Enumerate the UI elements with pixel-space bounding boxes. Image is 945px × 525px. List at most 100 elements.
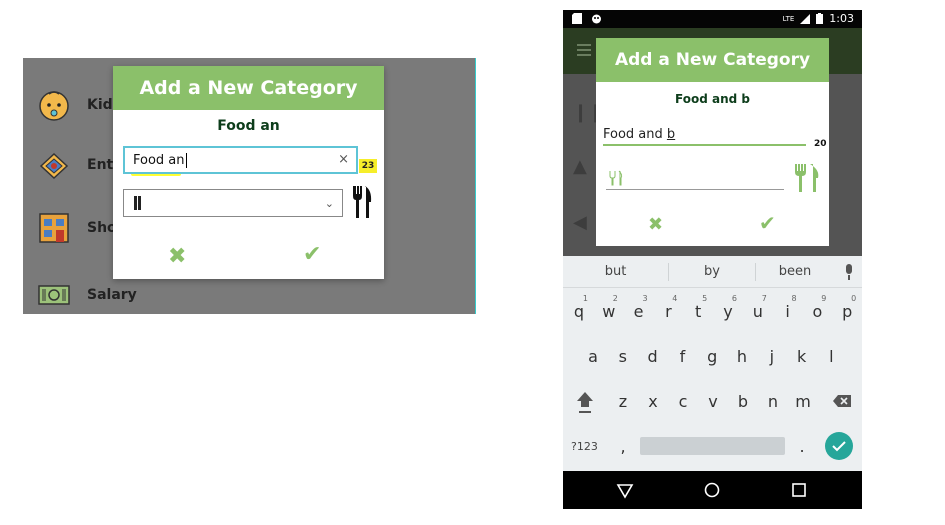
key-w[interactable]: w2: [594, 290, 624, 332]
category-icon-select[interactable]: ⌄: [123, 189, 343, 217]
key-z[interactable]: z: [608, 380, 638, 422]
key-digit-hint: 7: [761, 294, 767, 303]
category-name-preview: Food an: [217, 118, 280, 134]
cutlery-icon: [609, 170, 623, 186]
back-triangle-icon[interactable]: [616, 481, 634, 499]
category-name-input[interactable]: Food and b: [603, 126, 806, 146]
key-s[interactable]: s: [608, 335, 638, 377]
keyboard-row-2: asdfghjkl: [563, 335, 862, 377]
keyboard-row-3: zxcvbnm: [563, 380, 862, 422]
key-l[interactable]: l: [816, 335, 846, 377]
signal-icon: [800, 13, 811, 24]
category-name-input[interactable]: Food an ×: [123, 146, 358, 174]
suggestion-bar: but by been: [563, 256, 862, 288]
category-label: Ent: [87, 157, 114, 173]
key-m[interactable]: m: [788, 380, 818, 422]
key-letter: i: [785, 301, 790, 321]
dialog-title: Add a New Category: [113, 66, 384, 110]
screenshot-stage: Kids Ent Sho Salary Add a New Category F…: [0, 0, 945, 525]
suggestion-item[interactable]: but: [563, 264, 668, 279]
key-o[interactable]: o9: [802, 290, 832, 332]
recents-square-icon[interactable]: [790, 481, 808, 499]
cancel-button[interactable]: ✖: [168, 244, 186, 269]
key-letter: e: [633, 301, 644, 321]
spacebar[interactable]: [640, 437, 785, 455]
key-f[interactable]: f: [667, 335, 697, 377]
key-digit-hint: 1: [582, 294, 588, 303]
key-k[interactable]: k: [787, 335, 817, 377]
key-digit-hint: 3: [642, 294, 648, 303]
char-remaining-badge: 23: [359, 159, 377, 173]
key-e[interactable]: e3: [624, 290, 654, 332]
key-r[interactable]: r4: [653, 290, 683, 332]
key-x[interactable]: x: [638, 380, 668, 422]
key-p[interactable]: p0: [832, 290, 862, 332]
input-composing-text: b: [666, 127, 676, 142]
baby-face-icon: [39, 91, 69, 121]
money-icon: [38, 285, 70, 305]
key-y[interactable]: y6: [713, 290, 743, 332]
key-letter: o: [812, 301, 823, 321]
fork-knife-icon: [795, 164, 819, 192]
key-t[interactable]: t5: [683, 290, 713, 332]
key-a[interactable]: a: [578, 335, 608, 377]
confirm-button[interactable]: ✔: [303, 242, 321, 267]
key-n[interactable]: n: [758, 380, 788, 422]
input-text: Food and: [603, 127, 667, 142]
category-row-entertainment[interactable]: Ent: [37, 148, 113, 182]
symbols-key[interactable]: ?123: [571, 425, 601, 467]
chevron-down-icon: ⌄: [324, 197, 334, 210]
microphone-icon[interactable]: [844, 264, 854, 280]
comma-key[interactable]: ,: [608, 425, 638, 467]
key-v[interactable]: v: [698, 380, 728, 422]
key-d[interactable]: d: [638, 335, 668, 377]
key-letter: w: [602, 301, 616, 321]
android-phone-screen: LTE 1:03 ❙❙ ▲ ◀ Add a New Category Food …: [563, 10, 862, 509]
key-c[interactable]: c: [668, 380, 698, 422]
backspace-icon[interactable]: [825, 380, 855, 422]
dialog-title: Add a New Category: [596, 38, 829, 82]
status-time: 1:03: [829, 12, 854, 25]
sd-card-icon: [572, 13, 582, 24]
cancel-button[interactable]: ✖: [648, 214, 663, 235]
network-type: LTE: [782, 14, 795, 23]
category-label: Salary: [87, 287, 137, 303]
key-j[interactable]: j: [757, 335, 787, 377]
key-letter: r: [665, 301, 672, 321]
key-g[interactable]: g: [697, 335, 727, 377]
soft-keyboard: but by been q1w2e3r4t5y6u7i8o9p0 asdfghj…: [563, 256, 862, 471]
key-digit-hint: 5: [702, 294, 708, 303]
pizza-icon: ◀: [573, 212, 587, 233]
shift-icon[interactable]: [571, 380, 599, 422]
enter-key[interactable]: [825, 432, 853, 460]
input-text: Food an: [133, 152, 185, 168]
category-name-preview: Food and b: [675, 92, 750, 106]
confirm-button[interactable]: ✔: [759, 211, 776, 235]
suggestion-item[interactable]: been: [756, 264, 834, 279]
key-i[interactable]: i8: [773, 290, 803, 332]
clear-input-icon[interactable]: ×: [338, 152, 349, 167]
key-letter: q: [573, 301, 585, 321]
keyboard-row-1: q1w2e3r4t5y6u7i8o9p0: [563, 290, 862, 332]
hamburger-menu-icon[interactable]: [577, 44, 591, 56]
add-category-dialog: Add a New Category Food an Food an × 23 …: [113, 66, 384, 279]
period-key[interactable]: .: [787, 425, 817, 467]
shirt-icon: ▲: [573, 156, 587, 177]
category-icon-select[interactable]: [606, 168, 784, 190]
key-digit-hint: 9: [821, 294, 827, 303]
key-letter: y: [723, 301, 733, 321]
key-b[interactable]: b: [728, 380, 758, 422]
key-q[interactable]: q1: [564, 290, 594, 332]
key-h[interactable]: h: [727, 335, 757, 377]
key-digit-hint: 0: [851, 294, 857, 303]
key-letter: p: [842, 301, 853, 321]
category-row-kids[interactable]: Kids: [37, 88, 121, 122]
key-u[interactable]: u7: [743, 290, 773, 332]
home-circle-icon[interactable]: [703, 481, 721, 499]
suggestion-item[interactable]: by: [669, 264, 755, 279]
key-letter: t: [695, 301, 702, 321]
category-row-salary[interactable]: Salary: [37, 278, 137, 312]
key-digit-hint: 6: [731, 294, 737, 303]
category-row-shopping[interactable]: Sho: [37, 211, 117, 245]
android-icon: [592, 14, 601, 24]
